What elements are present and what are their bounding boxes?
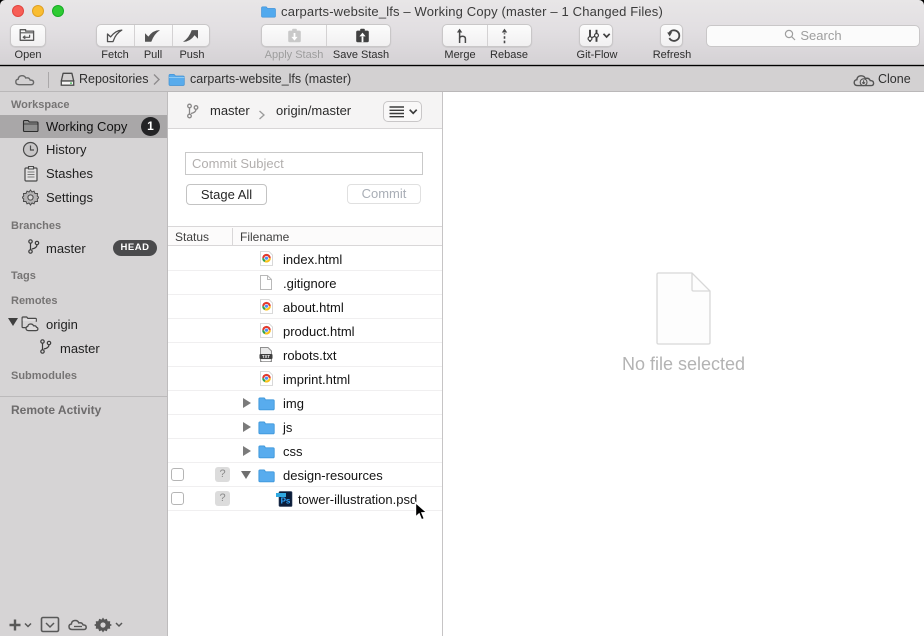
svg-text:TXT: TXT — [262, 354, 270, 359]
svg-text:Ps: Ps — [281, 497, 291, 506]
